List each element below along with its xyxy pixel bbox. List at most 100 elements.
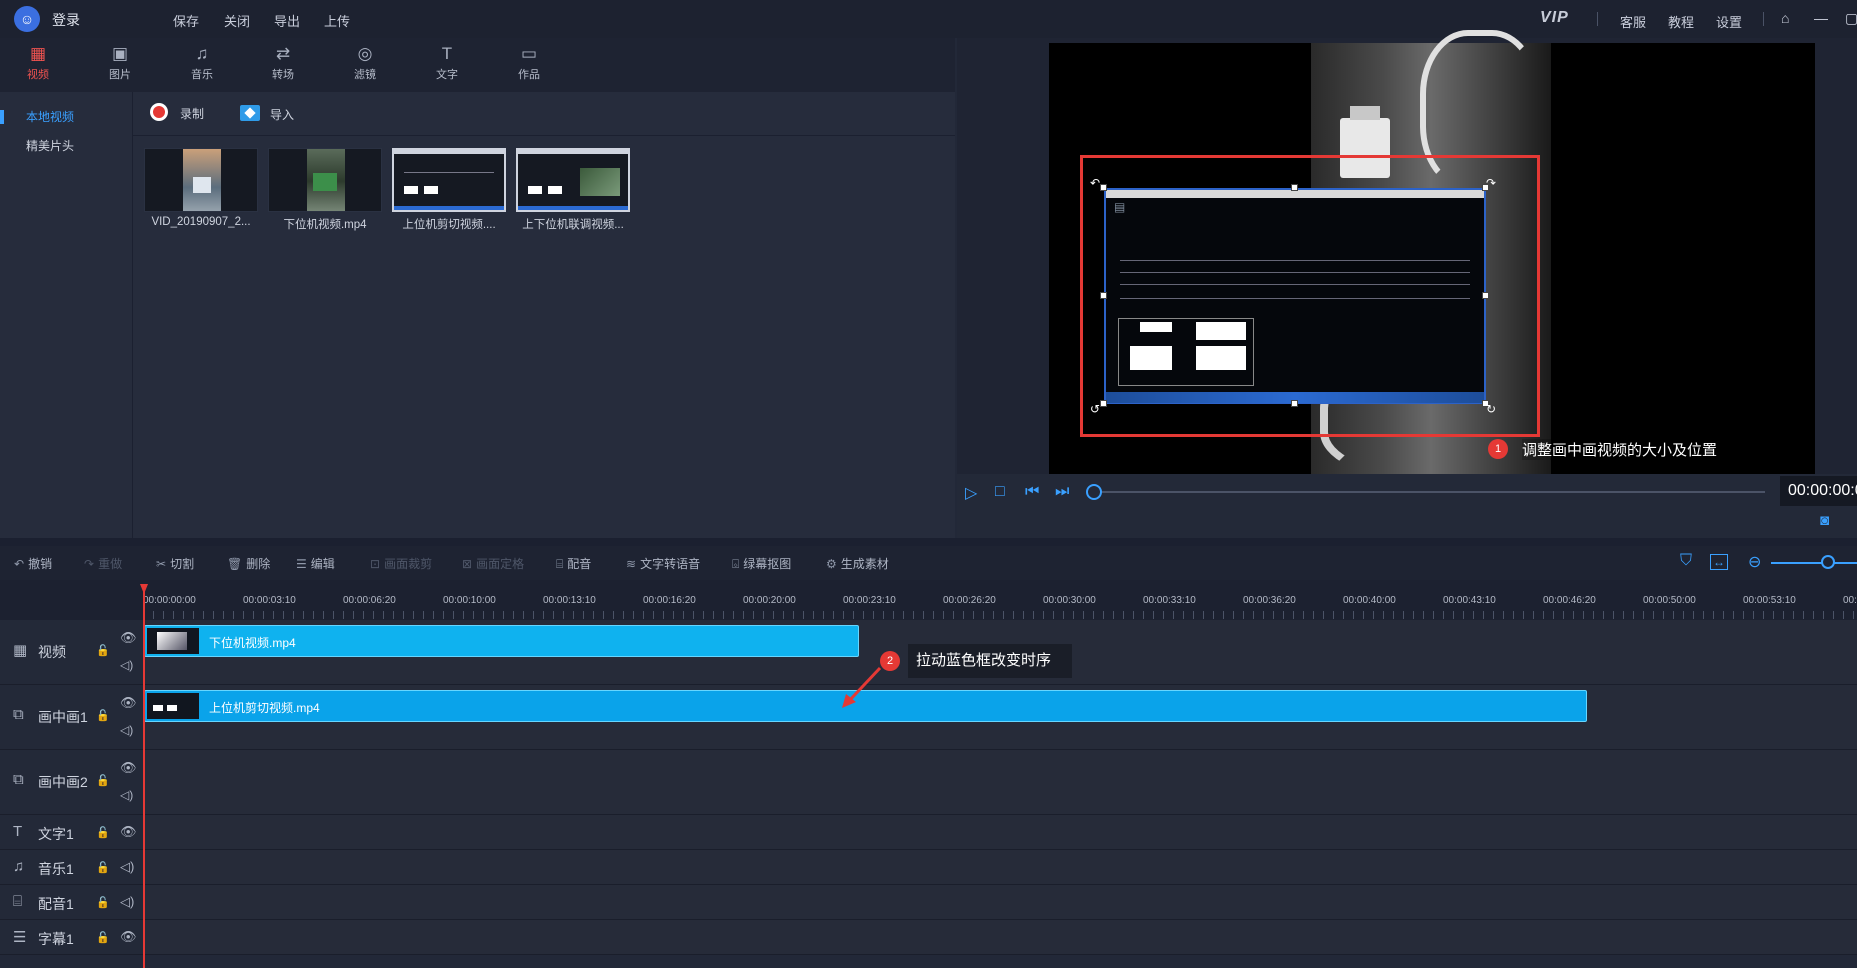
sidebar-item-local-video[interactable]: 本地视频 <box>26 108 74 125</box>
green-screen-button[interactable]: ⌺ 绿幕抠图 <box>732 555 791 572</box>
stop-icon[interactable]: □ <box>995 483 1005 501</box>
video-clip[interactable]: 下位机视频.mp4 <box>144 625 859 657</box>
track-row[interactable] <box>143 850 1857 885</box>
save-menu-item[interactable]: 保存 <box>173 11 199 30</box>
volume-icon[interactable]: ◁) <box>120 788 133 802</box>
lock-icon[interactable]: 🔓 <box>96 709 110 722</box>
freeze-frame-button[interactable]: ⊠ 画面定格 <box>462 555 524 572</box>
media-thumbnail[interactable] <box>392 148 506 212</box>
clip-thumbnail-image <box>153 705 163 711</box>
tab-works[interactable]: ▭ 作品 <box>499 44 559 82</box>
support-link[interactable]: 客服 <box>1620 12 1646 31</box>
eye-icon[interactable]: 👁 <box>120 929 137 945</box>
delete-button[interactable]: 🗑 删除 <box>227 555 270 572</box>
lock-icon[interactable]: 🔓 <box>96 774 110 787</box>
rotate-icon[interactable]: ↶ <box>1090 176 1100 190</box>
import-button[interactable]: 导入 <box>270 106 294 123</box>
rotate-icon[interactable]: ↷ <box>1486 176 1496 190</box>
progress-knob[interactable] <box>1086 484 1102 500</box>
panel-splitter[interactable] <box>0 538 1857 546</box>
eye-icon[interactable]: 👁 <box>120 630 137 646</box>
rotate-icon[interactable]: ↻ <box>1486 402 1496 416</box>
lock-icon[interactable]: 🔓 <box>96 931 110 944</box>
track-row[interactable] <box>143 885 1857 920</box>
rotate-icon[interactable]: ↺ <box>1090 402 1100 416</box>
thumbnail-detail <box>313 173 337 191</box>
fit-width-icon[interactable]: ↔ <box>1710 554 1728 570</box>
active-indicator <box>0 110 4 124</box>
import-icon[interactable] <box>240 105 260 121</box>
thumbnail-detail <box>518 150 628 154</box>
home-icon[interactable]: ⌂ <box>1781 10 1789 26</box>
undo-button[interactable]: ↶ 撤销 <box>14 555 52 572</box>
play-icon[interactable]: ▷ <box>965 483 977 503</box>
export-menu-item[interactable]: 导出 <box>274 11 300 30</box>
prev-frame-icon[interactable]: ⏮ <box>1025 483 1039 501</box>
zoom-out-icon[interactable]: ⊖ <box>1748 552 1761 572</box>
track-row[interactable] <box>143 750 1857 815</box>
text-to-speech-button[interactable]: ≋ 文字转语音 <box>626 555 700 572</box>
zoom-slider[interactable] <box>1771 562 1857 564</box>
cut-button[interactable]: ✂ 切割 <box>156 555 194 572</box>
user-avatar-icon[interactable]: ☺ <box>14 6 40 32</box>
maximize-icon[interactable]: ▢ <box>1845 10 1857 27</box>
resize-handle[interactable] <box>1482 292 1489 299</box>
media-thumbnail[interactable] <box>144 148 258 212</box>
resize-handle[interactable] <box>1100 400 1107 407</box>
track-label: 视频 <box>38 644 66 660</box>
lock-icon[interactable]: 🔓 <box>96 644 110 657</box>
progress-track[interactable] <box>1098 491 1765 493</box>
volume-icon[interactable]: ◁) <box>120 723 133 737</box>
record-button[interactable]: 录制 <box>180 105 204 122</box>
dubbing-button[interactable]: ⌸ 配音 <box>556 555 591 572</box>
eye-icon[interactable]: 👁 <box>120 695 137 711</box>
record-icon[interactable] <box>150 103 168 121</box>
tab-music[interactable]: ♫ 音乐 <box>172 44 232 82</box>
sidebar-item-intro[interactable]: 精美片头 <box>26 137 74 154</box>
resize-handle[interactable] <box>1100 292 1107 299</box>
resize-handle[interactable] <box>1291 184 1298 191</box>
track-row[interactable] <box>143 815 1857 850</box>
edit-button[interactable]: ☰ 编辑 <box>296 555 335 572</box>
film-icon: ▦ <box>29 44 47 63</box>
tab-text[interactable]: T 文字 <box>417 44 477 82</box>
volume-icon[interactable]: ◁) <box>120 894 134 910</box>
redo-button[interactable]: ↷ 重做 <box>84 555 122 572</box>
volume-icon[interactable]: ◁) <box>120 658 133 672</box>
volume-icon[interactable]: ◁) <box>120 859 134 875</box>
eye-icon[interactable]: 👁 <box>120 760 137 776</box>
marker-icon[interactable]: ⛉ <box>1680 552 1692 570</box>
eye-icon[interactable]: 👁 <box>120 824 137 840</box>
close-menu-item[interactable]: 关闭 <box>224 11 250 30</box>
resize-handle[interactable] <box>1100 184 1107 191</box>
tutorial-link[interactable]: 教程 <box>1668 12 1694 31</box>
media-thumbnail[interactable] <box>516 148 630 212</box>
lock-icon[interactable]: 🔓 <box>96 896 110 909</box>
media-thumbnail[interactable] <box>268 148 382 212</box>
next-frame-icon[interactable]: ⏭ <box>1055 483 1069 501</box>
minimize-icon[interactable]: — <box>1814 10 1828 26</box>
playhead[interactable] <box>143 584 145 968</box>
lock-icon[interactable]: 🔓 <box>96 826 110 839</box>
tab-image[interactable]: ▣ 图片 <box>90 44 150 82</box>
track-row[interactable] <box>143 920 1857 955</box>
vip-badge[interactable]: VIP <box>1540 9 1569 27</box>
generate-material-button[interactable]: ⚙ 生成素材 <box>826 555 889 572</box>
zoom-slider-knob[interactable] <box>1821 555 1835 569</box>
crop-button[interactable]: ⊡ 画面裁剪 <box>370 555 432 572</box>
resize-handle[interactable] <box>1291 400 1298 407</box>
ruler-ticks <box>143 611 1857 619</box>
ruler-tick-label: 00:00:26:20 <box>943 595 996 606</box>
tab-video[interactable]: ▦ 视频 <box>8 44 68 82</box>
tab-filter[interactable]: ◎ 滤镜 <box>335 44 395 82</box>
ruler-tick-label: 00:00:03:10 <box>243 595 296 606</box>
lock-icon[interactable]: 🔓 <box>96 861 110 874</box>
snapshot-icon[interactable]: ◙ <box>1820 512 1829 529</box>
login-link[interactable]: 登录 <box>52 10 80 30</box>
settings-link[interactable]: 设置 <box>1716 12 1742 31</box>
ruler-tick-label: 00:00:50:00 <box>1643 595 1696 606</box>
tab-transition[interactable]: ⇄ 转场 <box>253 44 313 82</box>
upload-menu-item[interactable]: 上传 <box>324 11 350 30</box>
clip-label: 下位机视频.mp4 <box>209 636 296 650</box>
pip-window-titlebar <box>1106 190 1484 198</box>
